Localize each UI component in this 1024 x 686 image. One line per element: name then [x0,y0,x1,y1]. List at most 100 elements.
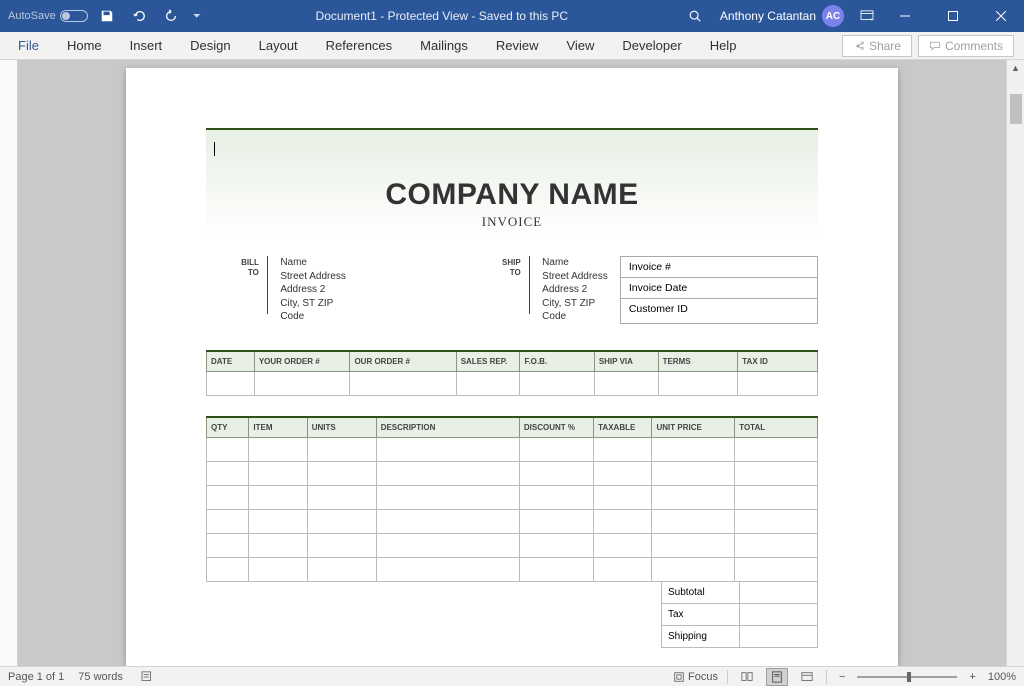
read-mode-icon [740,671,754,683]
spell-check-button[interactable] [137,668,159,686]
ship-to-block: SHIPTO Name Street Address Address 2 Cit… [486,256,620,324]
account-button[interactable]: Anthony Catantan AC [712,5,852,27]
col-units: UNITS [307,417,376,438]
print-layout-button[interactable] [766,668,788,686]
divider [529,256,530,314]
table-row [207,461,818,485]
vertical-scrollbar[interactable]: ▲ [1006,60,1024,666]
undo-button[interactable] [126,3,152,29]
minimize-button[interactable] [882,0,928,32]
print-layout-icon [770,671,784,683]
shipping-row: Shipping [662,625,818,647]
read-mode-button[interactable] [736,668,758,686]
tab-home[interactable]: Home [53,32,116,59]
web-layout-button[interactable] [796,668,818,686]
tax-row: Tax [662,603,818,625]
maximize-button[interactable] [930,0,976,32]
save-icon [100,9,114,23]
autosave-label: AutoSave [8,10,56,22]
user-avatar: AC [822,5,844,27]
bill-to-block: BILLTO Name Street Address Address 2 Cit… [224,256,358,324]
tab-layout[interactable]: Layout [245,32,312,59]
tab-references[interactable]: References [312,32,406,59]
col-item: ITEM [249,417,307,438]
focus-icon [673,671,685,683]
ribbon-display-options[interactable] [854,3,880,29]
autosave-toggle[interactable]: AutoSave [8,10,88,22]
comments-button[interactable]: Comments [918,35,1014,57]
search-icon [688,9,702,23]
share-button[interactable]: Share [842,35,912,57]
subtotal-row: Subtotal [662,581,818,603]
tab-design[interactable]: Design [176,32,244,59]
tab-help[interactable]: Help [696,32,751,59]
col-your-order: YOUR ORDER # [254,351,350,372]
search-button[interactable] [680,3,710,29]
zoom-in-button[interactable]: + [965,671,979,683]
table-row [207,437,818,461]
col-taxable: TAXABLE [594,417,652,438]
page-count[interactable]: Page 1 of 1 [8,671,64,683]
address-row: BILLTO Name Street Address Address 2 Cit… [206,256,818,324]
invoice-header: COMPANY NAME INVOICE [206,128,818,238]
col-terms: TERMS [658,351,738,372]
word-count[interactable]: 75 words [78,671,123,683]
col-description: DESCRIPTION [376,417,519,438]
meta-customer-id: Customer ID [621,299,817,319]
tab-file[interactable]: File [4,32,53,59]
minimize-icon [900,11,910,21]
close-button[interactable] [978,0,1024,32]
redo-button[interactable] [158,3,184,29]
document-page[interactable]: COMPANY NAME INVOICE BILLTO Name Street … [126,68,898,666]
col-total: TOTAL [735,417,818,438]
share-icon [853,40,865,52]
zoom-slider[interactable] [857,676,957,678]
line-items-table: QTY ITEM UNITS DESCRIPTION DISCOUNT % TA… [206,416,818,582]
titlebar: AutoSave ⏷ Document1 - Protected View - … [0,0,1024,32]
scroll-thumb[interactable] [1010,94,1022,124]
table-row [207,509,818,533]
zoom-out-button[interactable]: − [835,671,849,683]
tab-view[interactable]: View [552,32,608,59]
zoom-level[interactable]: 100% [988,671,1016,683]
text-cursor [214,142,215,156]
vertical-ruler[interactable] [0,60,18,666]
tab-mailings[interactable]: Mailings [406,32,482,59]
toggle-off-icon [60,10,88,22]
col-fob: F.O.B. [520,351,594,372]
table-row [207,533,818,557]
save-button[interactable] [94,3,120,29]
statusbar: Page 1 of 1 75 words Focus − + 100% [0,666,1024,686]
col-date: DATE [207,351,255,372]
ship-to-label: SHIPTO [486,256,521,324]
ship-to-address: Name Street Address Address 2 City, ST Z… [538,256,620,324]
col-sales-rep: SALES REP. [456,351,520,372]
user-name: Anthony Catantan [720,9,816,23]
customize-qat-button[interactable]: ⏷ [190,3,204,29]
table-row [207,557,818,581]
meta-invoice-number: Invoice # [621,257,817,278]
ribbon-display-icon [860,10,874,22]
quick-access-toolbar: AutoSave ⏷ [0,3,204,29]
web-layout-icon [800,671,814,683]
tab-developer[interactable]: Developer [608,32,695,59]
tab-review[interactable]: Review [482,32,553,59]
invoice-subtitle: INVOICE [206,214,818,230]
focus-label: Focus [688,671,718,683]
table-row [207,371,818,395]
document-title: Document1 - Protected View - Saved to th… [204,9,680,23]
spellcheck-icon [141,671,155,683]
document-area: ▲ COMPANY NAME INVOICE BILLTO Name Stre [0,60,1024,666]
focus-mode-button[interactable]: Focus [672,668,719,686]
bill-to-label: BILLTO [224,256,259,324]
table-row [207,485,818,509]
redo-icon [164,9,178,23]
col-ship-via: SHIP VIA [594,351,658,372]
order-info-table: DATE YOUR ORDER # OUR ORDER # SALES REP.… [206,350,818,396]
company-name: COMPANY NAME [206,130,818,212]
totals-block: Subtotal Tax Shipping [206,581,818,648]
tab-insert[interactable]: Insert [116,32,177,59]
comments-label: Comments [945,39,1003,53]
scroll-up-icon: ▲ [1007,60,1024,76]
undo-icon [132,9,146,23]
